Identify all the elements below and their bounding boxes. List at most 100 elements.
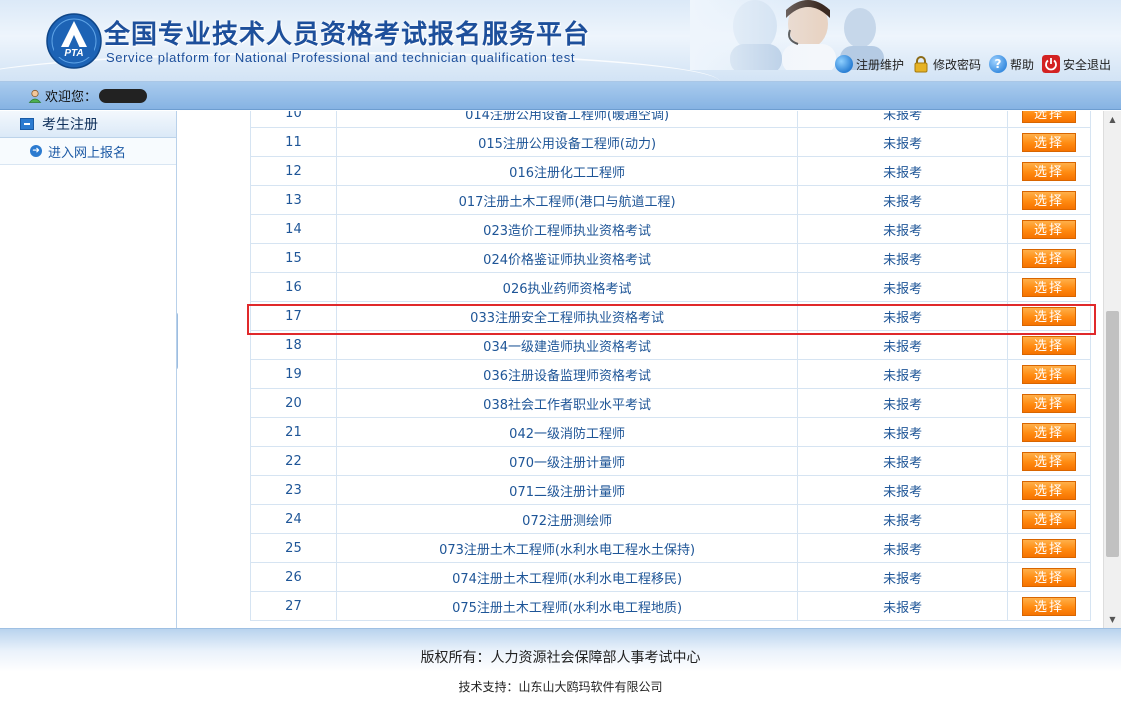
table-row: 27 075注册土木工程师(水利水电工程地质) 未报考 选择 xyxy=(250,591,1091,621)
action-cell: 选择 xyxy=(1007,533,1091,563)
exam-name: 026执业药师资格考试 xyxy=(335,272,799,302)
select-button[interactable]: 选择 xyxy=(1022,111,1076,123)
select-button[interactable]: 选择 xyxy=(1022,596,1076,616)
change-password-link[interactable]: 修改密码 xyxy=(912,55,981,73)
row-number: 11 xyxy=(250,127,337,157)
exam-status: 未报考 xyxy=(797,591,1008,621)
redacted-username xyxy=(99,88,148,103)
select-button[interactable]: 选择 xyxy=(1022,393,1076,413)
exam-name: 074注册土木工程师(水利水电工程移民) xyxy=(335,562,799,592)
action-cell: 选择 xyxy=(1007,475,1091,505)
select-button[interactable]: 选择 xyxy=(1022,277,1076,297)
row-number: 22 xyxy=(250,446,337,476)
exam-status: 未报考 xyxy=(797,214,1008,244)
exam-status: 未报考 xyxy=(797,156,1008,186)
register-maintain-link[interactable]: 注册维护 xyxy=(834,55,904,73)
logo-text: PTA xyxy=(64,48,83,59)
action-cell: 选择 xyxy=(1007,330,1091,360)
exam-status: 未报考 xyxy=(797,562,1008,592)
select-button[interactable]: 选择 xyxy=(1022,190,1076,210)
exam-table: 10 014注册公用设备工程师(暖通空调) 未报考 选择 11 015注册公用设备工程师(… xyxy=(250,111,1091,621)
exam-status: 未报考 xyxy=(797,111,1008,128)
row-number: 19 xyxy=(250,359,337,389)
exam-status: 未报考 xyxy=(797,359,1008,389)
exam-status: 未报考 xyxy=(797,388,1008,418)
select-button[interactable]: 选择 xyxy=(1022,335,1076,355)
action-cell: 选择 xyxy=(1007,417,1091,447)
page-footer: 版权所有：人力资源社会保障部人事考试中心 技术支持：山东山大鸥玛软件有限公司 xyxy=(0,628,1121,707)
table-row: 11 015注册公用设备工程师(动力) 未报考 选择 xyxy=(250,127,1091,157)
exam-name: 016注册化工工程师 xyxy=(335,156,799,186)
action-cell: 选择 xyxy=(1007,446,1091,476)
row-number: 14 xyxy=(250,214,337,244)
collapse-box-icon xyxy=(20,118,34,130)
select-button[interactable]: 选择 xyxy=(1022,364,1076,384)
arrow-right-icon: ➜ xyxy=(30,145,42,157)
select-button[interactable]: 选择 xyxy=(1022,509,1076,529)
exam-name: 034一级建造师执业资格考试 xyxy=(335,330,799,360)
select-button[interactable]: 选择 xyxy=(1022,219,1076,239)
exam-name: 017注册土木工程师(港口与航道工程) xyxy=(335,185,799,215)
scrollbar-thumb[interactable] xyxy=(1106,311,1119,557)
select-button[interactable]: 选择 xyxy=(1022,306,1076,326)
exam-status: 未报考 xyxy=(797,417,1008,447)
vertical-scrollbar[interactable]: ▲ ▼ xyxy=(1103,111,1121,628)
exam-status: 未报考 xyxy=(797,301,1008,331)
action-cell: 选择 xyxy=(1007,127,1091,157)
globe-icon xyxy=(834,55,853,73)
row-number: 15 xyxy=(250,243,337,273)
table-row: 13 017注册土木工程师(港口与航道工程) 未报考 选择 xyxy=(250,185,1091,215)
action-cell: 选择 xyxy=(1007,504,1091,534)
row-number: 12 xyxy=(250,156,337,186)
exam-name: 014注册公用设备工程师(暖通空调) xyxy=(335,111,799,128)
select-button[interactable]: 选择 xyxy=(1022,161,1076,181)
table-row: 12 016注册化工工程师 未报考 选择 xyxy=(250,156,1091,186)
row-number: 10 xyxy=(250,111,337,128)
exam-name: 015注册公用设备工程师(动力) xyxy=(335,127,799,157)
select-button[interactable]: 选择 xyxy=(1022,451,1076,471)
table-row: 17 033注册安全工程师执业资格考试 未报考 选择 xyxy=(250,301,1091,331)
logout-link[interactable]: 安全退出 xyxy=(1041,55,1111,73)
scroll-down-arrow-icon[interactable]: ▼ xyxy=(1104,611,1121,628)
select-button[interactable]: 选择 xyxy=(1022,422,1076,442)
row-number: 26 xyxy=(250,562,337,592)
exam-name: 075注册土木工程师(水利水电工程地质) xyxy=(335,591,799,621)
action-cell: 选择 xyxy=(1007,388,1091,418)
exam-name: 033注册安全工程师执业资格考试 xyxy=(335,301,799,331)
select-button[interactable]: 选择 xyxy=(1022,480,1076,500)
help-link[interactable]: ? 帮助 xyxy=(988,55,1034,73)
row-number: 27 xyxy=(250,591,337,621)
row-number: 17 xyxy=(250,301,337,331)
select-button[interactable]: 选择 xyxy=(1022,248,1076,268)
row-number: 25 xyxy=(250,533,337,563)
exam-name: 073注册土木工程师(水利水电工程水土保持) xyxy=(335,533,799,563)
table-row: 19 036注册设备监理师资格考试 未报考 选择 xyxy=(250,359,1091,389)
table-row: 18 034一级建造师执业资格考试 未报考 选择 xyxy=(250,330,1091,360)
action-cell: 选择 xyxy=(1007,359,1091,389)
table-row: 16 026执业药师资格考试 未报考 选择 xyxy=(250,272,1091,302)
sidebar-item-online-registration[interactable]: ➜ 进入网上报名 xyxy=(0,138,176,165)
exam-name: 072注册测绘师 xyxy=(335,504,799,534)
site-subtitle: Service platform for National Profession… xyxy=(106,50,576,65)
exam-status: 未报考 xyxy=(797,272,1008,302)
copyright-text: 版权所有：人力资源社会保障部人事考试中心 xyxy=(420,650,701,666)
action-cell: 选择 xyxy=(1007,185,1091,215)
select-button[interactable]: 选择 xyxy=(1022,538,1076,558)
exam-status: 未报考 xyxy=(797,475,1008,505)
exam-name: 023造价工程师执业资格考试 xyxy=(335,214,799,244)
scroll-up-arrow-icon[interactable]: ▲ xyxy=(1104,111,1121,128)
site-title: 全国专业技术人员资格考试报名服务平台 xyxy=(104,20,591,50)
sidebar-section-register[interactable]: 考生注册 xyxy=(0,111,176,138)
action-cell: 选择 xyxy=(1007,111,1091,128)
tech-support-text: 技术支持：山东山大鸥玛软件有限公司 xyxy=(458,680,663,694)
table-row: 25 073注册土木工程师(水利水电工程水土保持) 未报考 选择 xyxy=(250,533,1091,563)
select-button[interactable]: 选择 xyxy=(1022,132,1076,152)
table-row: 20 038社会工作者职业水平考试 未报考 选择 xyxy=(250,388,1091,418)
row-number: 20 xyxy=(250,388,337,418)
exam-name: 042一级消防工程师 xyxy=(335,417,799,447)
exam-list-panel: 10 014注册公用设备工程师(暖通空调) 未报考 选择 11 015注册公用设备工程师(… xyxy=(178,111,1121,628)
table-row: 22 070一级注册计量师 未报考 选择 xyxy=(250,446,1091,476)
select-button[interactable]: 选择 xyxy=(1022,567,1076,587)
exam-name: 038社会工作者职业水平考试 xyxy=(335,388,799,418)
exam-status: 未报考 xyxy=(797,330,1008,360)
